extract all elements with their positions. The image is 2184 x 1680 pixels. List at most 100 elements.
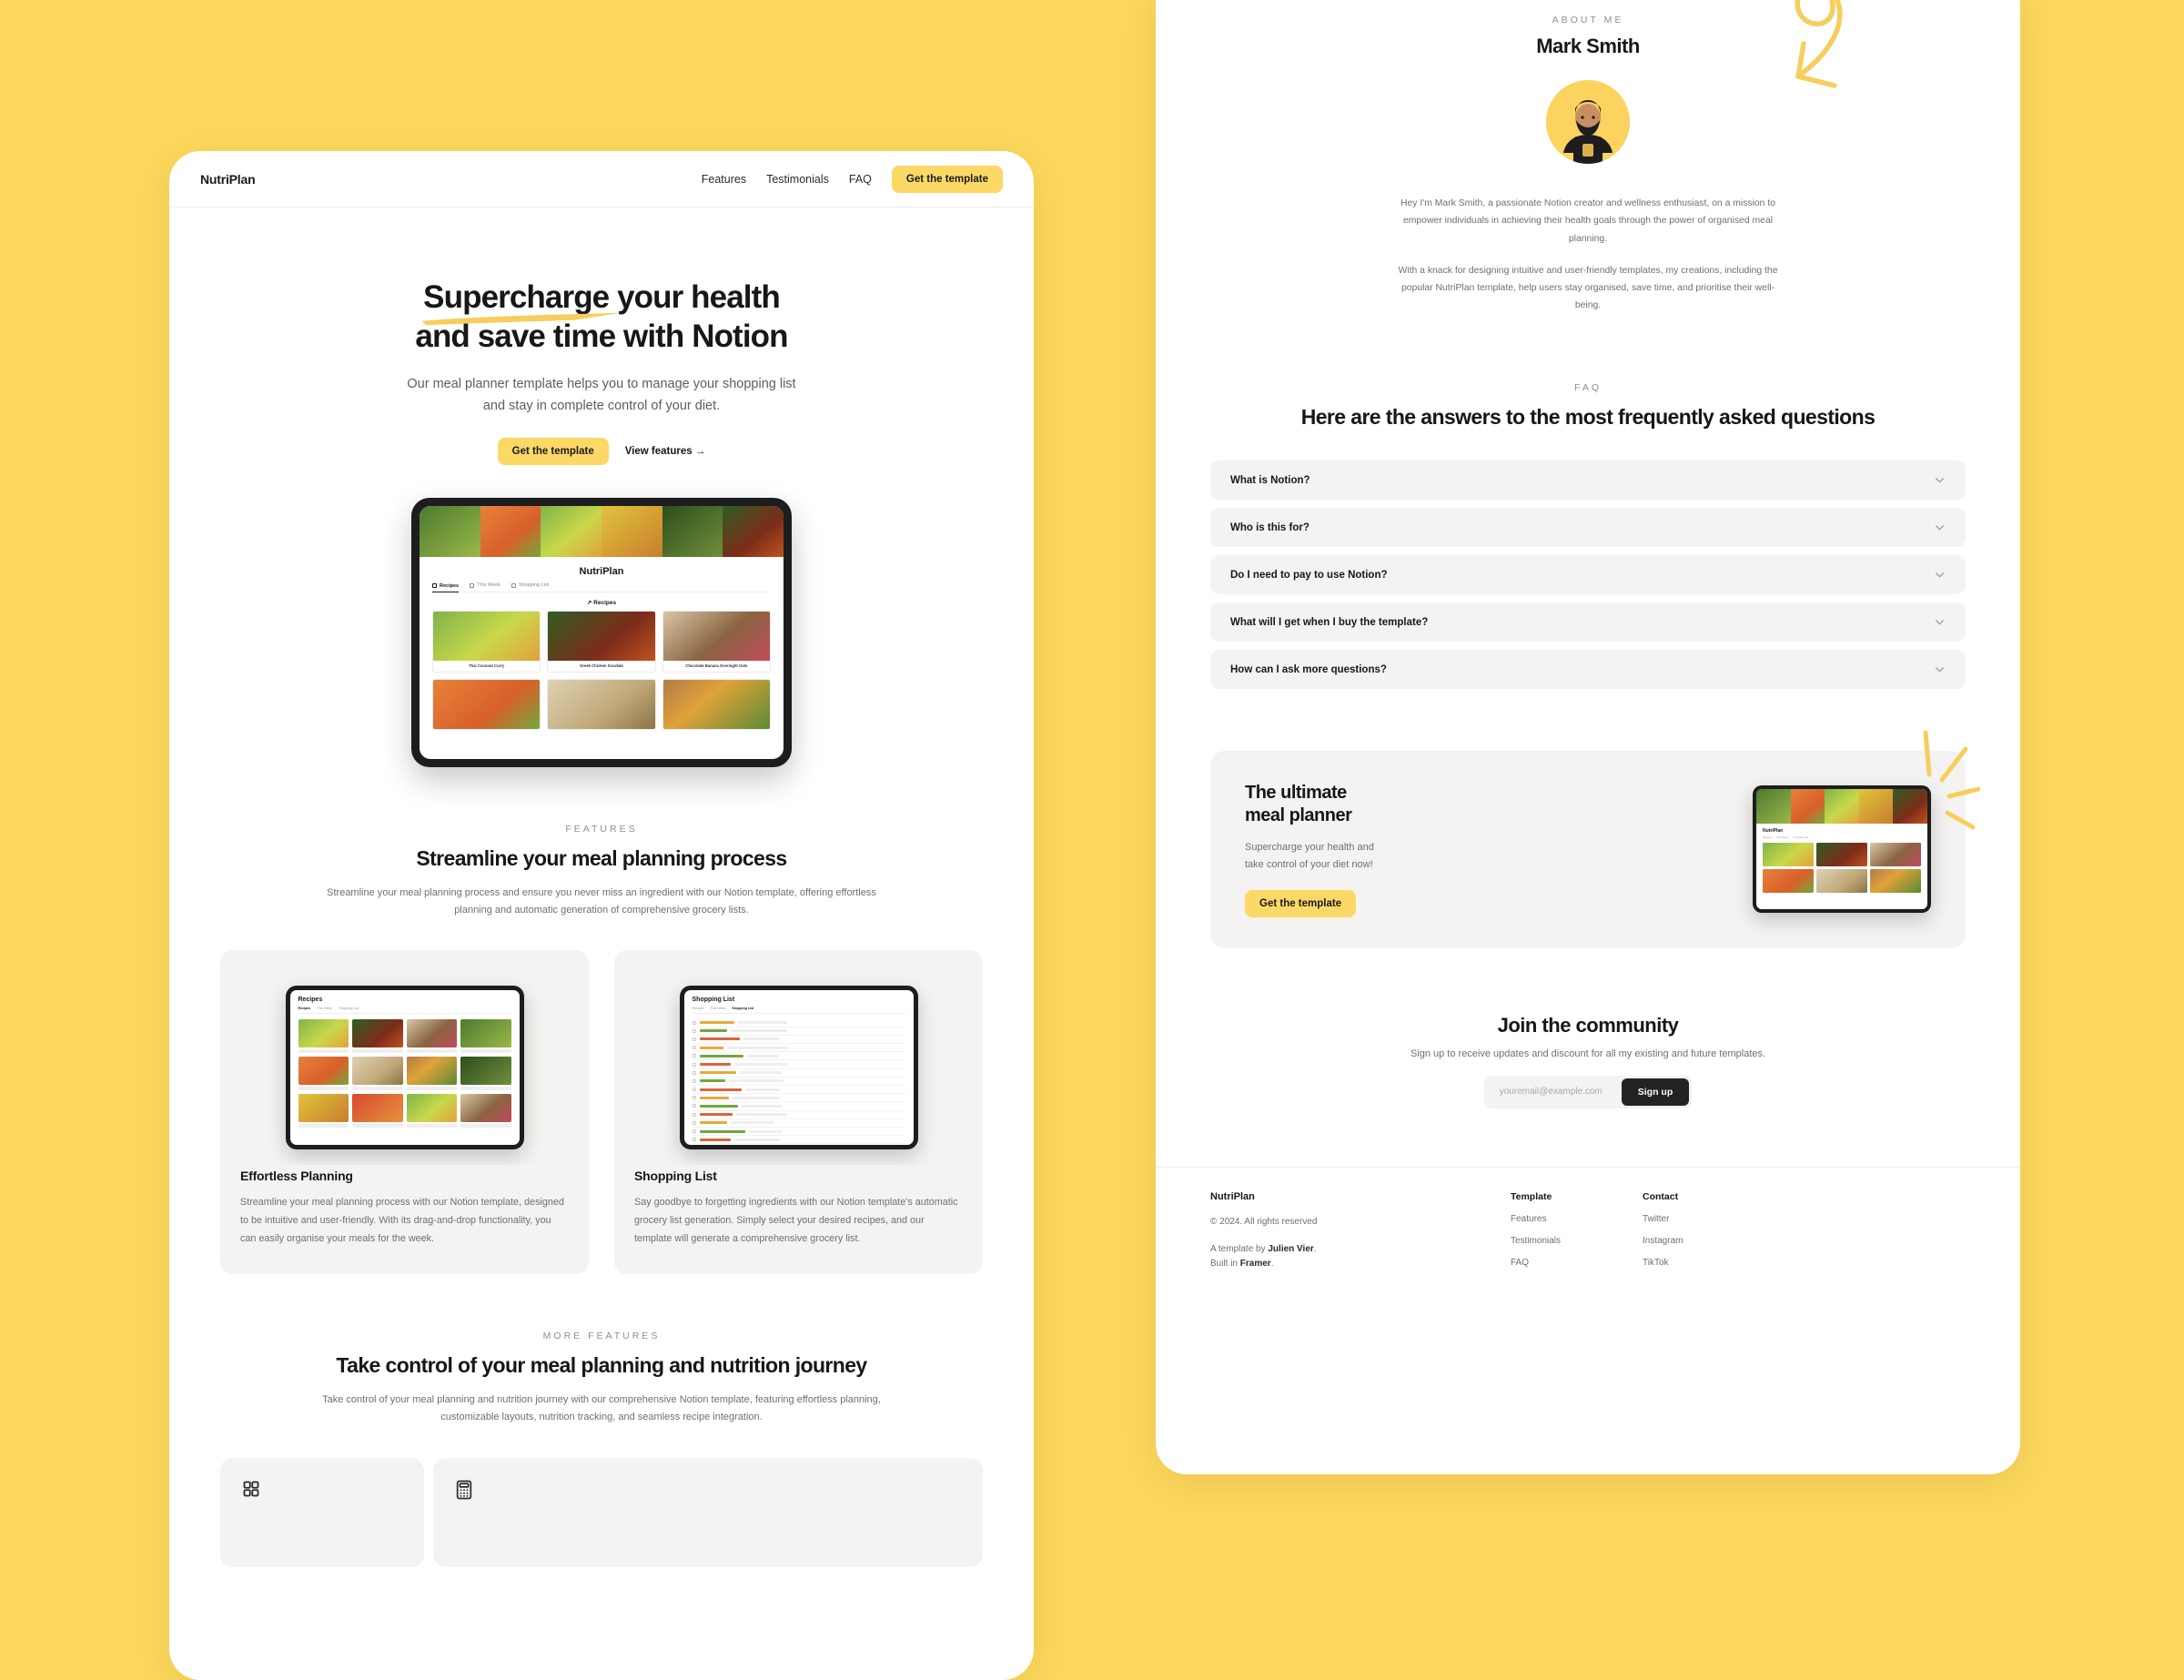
feature-card-visual: Shopping List Recipes This Week Shopping… bbox=[634, 970, 963, 1165]
mockup-recipe-card[interactable]: Chocolate Banana Overnight Oats bbox=[662, 611, 771, 673]
recipe-image bbox=[662, 612, 770, 662]
mockup-tab-this-week[interactable]: This Week bbox=[470, 582, 500, 588]
author-avatar bbox=[1546, 80, 1630, 164]
mini-recipe-cell bbox=[352, 1094, 403, 1128]
mockup-tab-shopping-list[interactable]: Shopping List bbox=[511, 582, 549, 588]
faq-item[interactable]: What is Notion? bbox=[1210, 460, 1966, 501]
hero-subtitle-line2: and stay in complete control of your die… bbox=[482, 399, 721, 414]
footer-credit-author[interactable]: Julien Vier bbox=[1268, 1244, 1313, 1254]
mini-tab[interactable]: Recipes bbox=[298, 1007, 311, 1010]
mini-recipe-cell bbox=[460, 1057, 511, 1091]
footer-link-faq[interactable]: FAQ bbox=[1511, 1258, 1643, 1268]
hero-get-template-button[interactable]: Get the template bbox=[497, 438, 609, 466]
right-page-panel: ABOUT ME Mark Smith Hey I'm Mark Smith, … bbox=[1156, 0, 2020, 1474]
cta-title-line1: The ultimate bbox=[1245, 783, 1347, 804]
mini-recipe-cell bbox=[460, 1094, 511, 1128]
faq-question: Do I need to pay to use Notion? bbox=[1230, 569, 1388, 581]
faq-question: What is Notion? bbox=[1230, 474, 1310, 486]
mockup-recipe-card[interactable] bbox=[547, 679, 656, 731]
cta-mock-tab: This Week bbox=[1776, 835, 1789, 840]
footer-link-instagram[interactable]: Instagram bbox=[1643, 1236, 1774, 1246]
mockup-recipe-card[interactable] bbox=[432, 679, 541, 731]
feature-card-title: Shopping List bbox=[634, 1169, 717, 1184]
features-heading: Streamline your meal planning process bbox=[416, 846, 787, 871]
features-description: Streamline your meal planning process an… bbox=[327, 886, 876, 916]
poster-canvas: NutriPlan Features Testimonials FAQ Get … bbox=[0, 0, 2184, 1680]
faq-item[interactable]: Who is this for? bbox=[1210, 508, 1966, 548]
more-features-section: MORE FEATURES Take control of your meal … bbox=[169, 1331, 1034, 1426]
hero-food-banner bbox=[420, 506, 784, 558]
community-subtitle: Sign up to receive updates and discount … bbox=[1410, 1047, 1766, 1059]
mini-recipe-cell bbox=[352, 1019, 403, 1054]
faq-item[interactable]: Do I need to pay to use Notion? bbox=[1210, 555, 1966, 595]
hero-view-features-link[interactable]: View features → bbox=[625, 446, 706, 457]
footer-built-name[interactable]: Framer bbox=[1240, 1259, 1271, 1269]
about-section: ABOUT ME Mark Smith Hey I'm Mark Smith, … bbox=[1156, 0, 2020, 315]
hero-title-highlighted-word: Supercharge bbox=[421, 278, 622, 325]
tablet-app-body: NutriPlan Recipes This Week Shopping Lis… bbox=[420, 557, 784, 739]
cta-mock-title: NutriPlan bbox=[1763, 828, 1784, 835]
mini-tab[interactable]: Shopping List bbox=[732, 1007, 753, 1010]
feature-card-effortless-planning: Recipes Recipes This Week Shopping List bbox=[220, 950, 589, 1275]
recipe-name: Greek Chicken Souvlaki bbox=[580, 663, 623, 669]
footer-column-template: Template Features Testimonials FAQ bbox=[1511, 1191, 1643, 1271]
cta-food-banner bbox=[1756, 789, 1927, 825]
nav-link-features[interactable]: Features bbox=[702, 173, 746, 186]
chevron-down-icon[interactable] bbox=[1934, 474, 1946, 486]
signup-button[interactable]: Sign up bbox=[1621, 1078, 1690, 1106]
mini-recipe-cell bbox=[298, 1019, 349, 1054]
email-input[interactable] bbox=[1486, 1079, 1622, 1105]
mini-mock-title: Recipes bbox=[298, 997, 323, 1004]
footer-link-twitter[interactable]: Twitter bbox=[1643, 1214, 1774, 1224]
footer-link-testimonials[interactable]: Testimonials bbox=[1511, 1236, 1643, 1246]
navbar-get-template-button[interactable]: Get the template bbox=[891, 165, 1003, 193]
nav-link-faq[interactable]: FAQ bbox=[849, 173, 872, 186]
chevron-down-icon[interactable] bbox=[1934, 616, 1946, 628]
mockup-recipe-card[interactable]: Thai Coconut Curry bbox=[432, 611, 541, 673]
footer-link-tiktok[interactable]: TikTok bbox=[1643, 1258, 1774, 1268]
hero-section: Supercharge your health and save time wi… bbox=[169, 207, 1034, 768]
community-heading: Join the community bbox=[1497, 1013, 1679, 1037]
cta-banner-text: The ultimate meal planner Supercharge yo… bbox=[1245, 782, 1472, 917]
mini-mock-title: Shopping List bbox=[692, 997, 735, 1004]
cta-banner-get-template-button[interactable]: Get the template bbox=[1245, 889, 1357, 917]
icon-card-layouts[interactable] bbox=[220, 1457, 424, 1567]
footer-copyright: © 2024. All rights reserved bbox=[1210, 1216, 1318, 1227]
footer-brand: NutriPlan bbox=[1210, 1190, 1255, 1202]
mockup-app-title: NutriPlan bbox=[579, 566, 624, 578]
footer-credits: A template by Julien Vier. Built in Fram… bbox=[1210, 1242, 1511, 1271]
faq-question: How can I ask more questions? bbox=[1230, 663, 1387, 675]
feature-card-title: Effortless Planning bbox=[240, 1169, 353, 1184]
mockup-recipe-card[interactable]: Greek Chicken Souvlaki bbox=[547, 611, 656, 673]
footer-link-features[interactable]: Features bbox=[1511, 1214, 1643, 1224]
calculator-icon bbox=[456, 1480, 472, 1500]
mockup-tab-label: This Week bbox=[477, 582, 500, 589]
footer-credit-prefix: A template by bbox=[1210, 1243, 1269, 1254]
cta-banner: The ultimate meal planner Supercharge yo… bbox=[1210, 730, 1980, 948]
mini-tab[interactable]: This Week bbox=[317, 1007, 332, 1010]
mockup-tab-recipes[interactable]: Recipes bbox=[432, 582, 460, 593]
mini-list-rows bbox=[692, 1018, 905, 1145]
chevron-down-icon[interactable] bbox=[1934, 521, 1946, 533]
nav-link-testimonials[interactable]: Testimonials bbox=[766, 173, 829, 186]
icon-card-nutrition-tracking[interactable] bbox=[433, 1457, 983, 1567]
recipes-tablet-mockup: Recipes Recipes This Week Shopping List bbox=[285, 986, 524, 1150]
brand-logo[interactable]: NutriPlan bbox=[200, 172, 256, 187]
mini-tab[interactable]: Shopping List bbox=[339, 1007, 359, 1010]
community-section: Join the community Sign up to receive up… bbox=[1156, 1014, 2020, 1108]
features-eyebrow: FEATURES bbox=[565, 824, 638, 835]
mini-tab[interactable]: This Week bbox=[710, 1007, 725, 1010]
mockup-tab-label: Shopping List bbox=[519, 582, 550, 589]
mockup-recipe-card[interactable] bbox=[662, 679, 771, 731]
features-section: FEATURES Streamline your meal planning p… bbox=[169, 824, 1034, 919]
mini-tab[interactable]: Recipes bbox=[693, 1007, 704, 1010]
chevron-down-icon[interactable] bbox=[1934, 569, 1946, 581]
hero-tablet-mockup: NutriPlan Recipes This Week Shopping Lis… bbox=[411, 498, 792, 768]
cta-banner-title: The ultimate meal planner bbox=[1245, 782, 1472, 827]
faq-item[interactable]: What will I get when I buy the template? bbox=[1210, 602, 1966, 643]
faq-item[interactable]: How can I ask more questions? bbox=[1210, 650, 1966, 690]
chevron-down-icon[interactable] bbox=[1934, 663, 1946, 675]
recipe-image bbox=[548, 680, 655, 730]
more-features-heading: Take control of your meal planning and n… bbox=[336, 1353, 867, 1378]
feature-cards-row: Recipes Recipes This Week Shopping List bbox=[169, 950, 1034, 1275]
